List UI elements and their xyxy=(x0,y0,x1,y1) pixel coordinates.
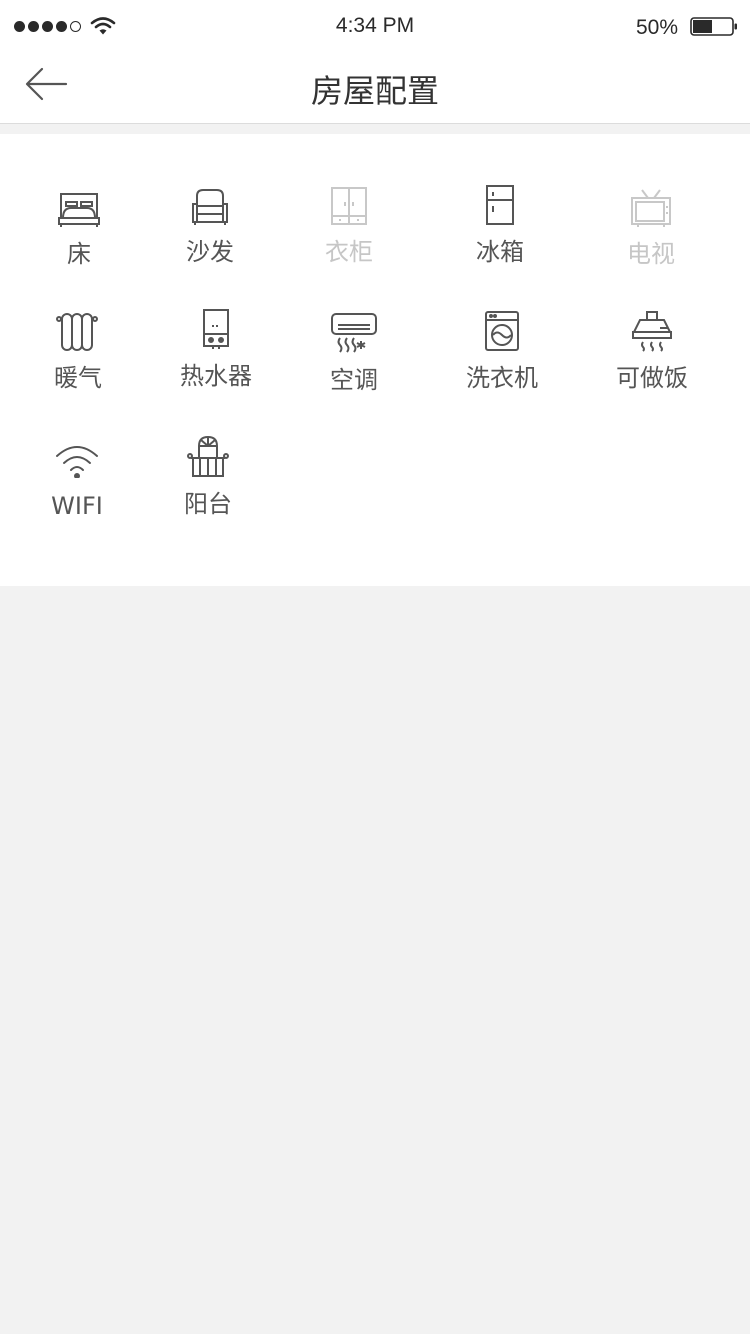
facility-fridge: 冰箱 xyxy=(425,182,575,282)
facility-label: 床 xyxy=(67,240,91,268)
facility-label: 洗衣机 xyxy=(466,364,538,392)
facility-water-heater: 热水器 xyxy=(141,306,291,406)
facility-label: 阳台 xyxy=(184,490,232,518)
facility-label: 衣柜 xyxy=(325,238,373,266)
facility-label: 可做饭 xyxy=(616,364,688,392)
facility-washing-machine: 洗衣机 xyxy=(427,308,577,408)
facilities-panel: 床 沙发 衣柜 冰箱 电视 暖气 热水器 空调 洗衣机 可做饭 WIFI 阳台 xyxy=(0,134,750,586)
battery-icon xyxy=(690,17,737,36)
facility-label: 热水器 xyxy=(180,362,252,390)
status-bar: 4:34 PM 50% xyxy=(0,0,750,54)
facility-balcony: 阳台 xyxy=(133,434,283,534)
water-heater-icon xyxy=(203,309,229,349)
facility-label: 暖气 xyxy=(54,364,102,392)
air-conditioner-icon xyxy=(331,313,377,353)
facility-bed: 床 xyxy=(4,184,154,284)
wardrobe-icon xyxy=(331,187,367,225)
facility-radiator: 暖气 xyxy=(3,308,153,408)
facility-label: WIFI xyxy=(51,492,103,520)
bed-icon xyxy=(58,193,100,227)
balcony-icon xyxy=(187,435,229,477)
facility-air-conditioner: 空调 xyxy=(279,310,429,410)
wifi-icon xyxy=(56,446,98,478)
facility-cooking: 可做饭 xyxy=(577,308,727,408)
radiator-icon xyxy=(56,313,98,351)
washing-machine-icon xyxy=(485,311,519,351)
page-title: 房屋配置 xyxy=(310,72,439,110)
facility-wifi: WIFI xyxy=(2,434,152,534)
range-hood-icon xyxy=(632,311,672,352)
facility-label: 沙发 xyxy=(186,238,234,266)
navigation-bar: 房屋配置 xyxy=(0,54,750,124)
sofa-icon xyxy=(192,189,228,225)
facility-label: 电视 xyxy=(627,240,675,268)
facility-label: 空调 xyxy=(330,366,378,394)
battery-percent: 50% xyxy=(635,16,678,39)
facility-tv: 电视 xyxy=(576,184,726,284)
facility-wardrobe: 衣柜 xyxy=(274,182,424,282)
facility-label: 冰箱 xyxy=(476,238,524,266)
facility-sofa: 沙发 xyxy=(135,182,285,282)
tv-icon xyxy=(631,189,671,227)
fridge-icon xyxy=(486,185,514,225)
